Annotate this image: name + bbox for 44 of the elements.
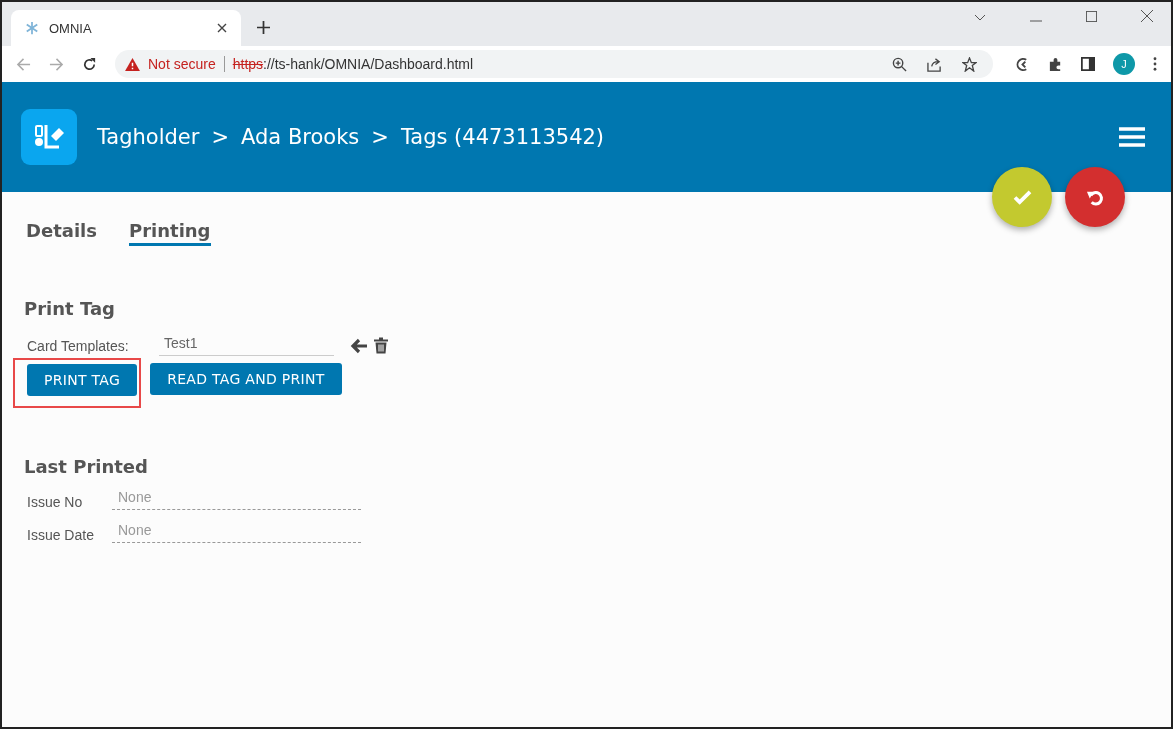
breadcrumb[interactable]: > — [211, 125, 230, 149]
security-label: Not secure — [148, 56, 216, 72]
breadcrumb[interactable]: > — [371, 125, 389, 149]
tab[interactable]: Details — [26, 220, 97, 246]
app-logo-icon[interactable] — [21, 109, 77, 165]
sidebar-icon[interactable] — [1081, 57, 1095, 71]
print-button[interactable]: READ TAG AND PRINT — [150, 363, 342, 395]
left-arrow-icon[interactable] — [350, 337, 368, 354]
print-button[interactable]: PRINT TAG — [27, 364, 138, 396]
close-icon[interactable] — [1141, 10, 1153, 22]
breadcrumb[interactable]: Tags (4473113542) — [400, 125, 605, 149]
maximize-icon[interactable] — [1086, 11, 1097, 22]
chevron-down-icon[interactable] — [974, 14, 986, 22]
zoom-icon[interactable] — [892, 56, 907, 72]
reload-icon[interactable] — [82, 56, 97, 72]
trash-icon[interactable] — [374, 337, 388, 354]
field-label: Issue No — [27, 494, 84, 510]
section-title: Print Tag — [24, 298, 116, 319]
close-icon[interactable] — [217, 23, 227, 33]
field-label: Card Templates: — [27, 337, 130, 354]
section-title: Last Printed — [24, 456, 149, 477]
more-icon[interactable] — [1153, 57, 1157, 71]
breadcrumb[interactable]: Ada Brooks — [241, 125, 360, 149]
tab-title: OMNIA — [49, 20, 93, 36]
warning-icon — [125, 57, 140, 71]
save-button[interactable] — [992, 167, 1052, 227]
undo-button[interactable] — [1065, 167, 1125, 227]
checkmark-icon — [1012, 189, 1032, 205]
snowflake-icon — [25, 21, 39, 35]
address-bar[interactable]: Not secure https://ts-hank/OMNIA/Dashboard.html — [115, 50, 993, 78]
new-tab-icon[interactable] — [257, 21, 270, 34]
browser-tab[interactable]: OMNIA — [11, 10, 241, 46]
profile-avatar[interactable]: J — [1113, 53, 1135, 75]
breadcrumb[interactable]: Tagholder — [97, 125, 200, 149]
readonly-field: None — [112, 489, 361, 510]
share-icon[interactable] — [927, 56, 942, 72]
readonly-field: None — [112, 522, 361, 543]
field-label: Issue Date — [27, 527, 95, 543]
template-field[interactable]: Test1 — [159, 335, 334, 356]
tab[interactable]: Printing — [128, 220, 211, 246]
url-text: https://ts-hank/OMNIA/Dashboard.html — [232, 56, 474, 72]
puzzle-icon[interactable] — [1048, 56, 1063, 72]
menu-icon[interactable] — [1119, 126, 1145, 148]
star-icon[interactable] — [962, 56, 977, 72]
